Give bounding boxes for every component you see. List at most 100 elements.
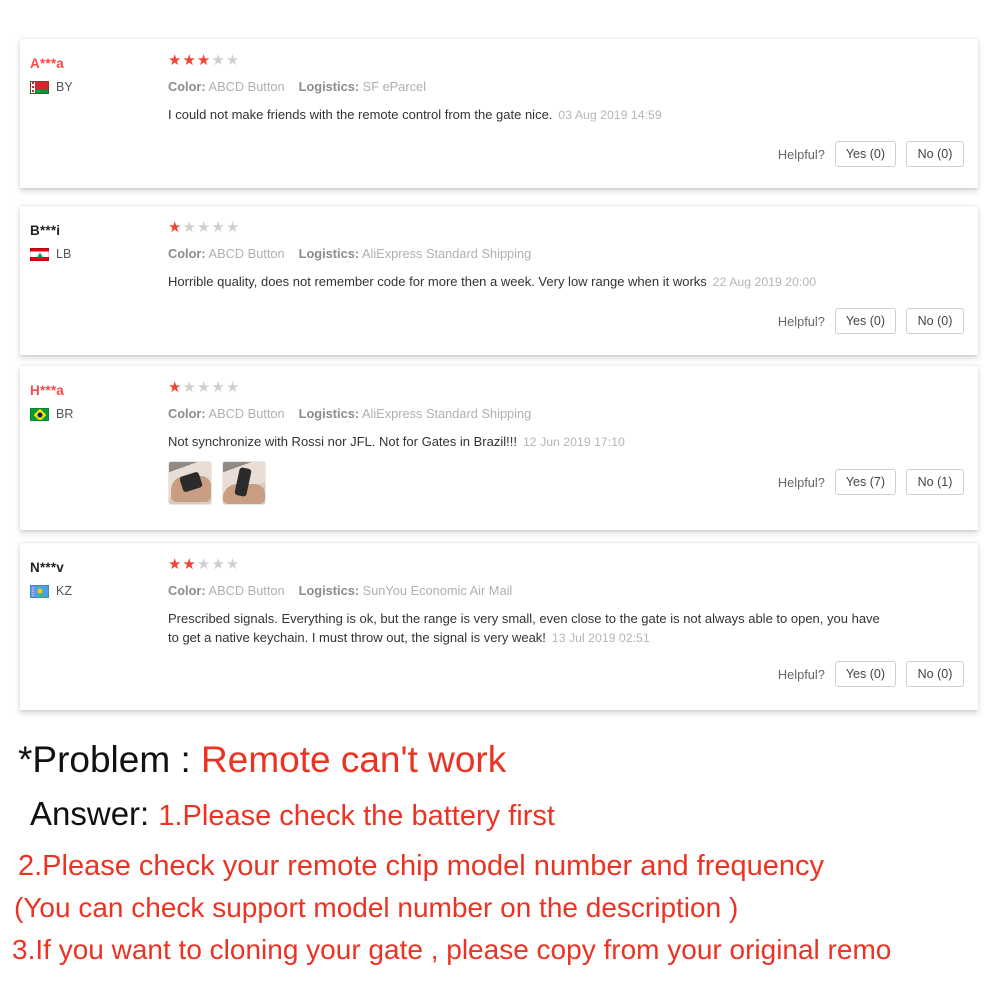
review-card: N***v KZ ★★★★★ Color: ABCD Button Logistics:… <box>20 542 978 710</box>
country-code-label: KZ <box>56 584 72 598</box>
color-key: Color: <box>168 583 206 598</box>
flag-belarus-icon <box>30 81 49 94</box>
star-filled-icon: ★ <box>168 379 183 396</box>
review-attributes: Color: ABCD Button Logistics: AliExpress … <box>168 406 964 422</box>
promo-step-2-note: (You can check support model number on t… <box>14 892 739 923</box>
review-card: A***a BY ★★★★★ Color: ABCD Button Logistics:… <box>20 38 978 188</box>
logistics-key: Logistics: <box>298 246 360 261</box>
helpful-yes-button[interactable]: Yes (7) <box>834 469 896 495</box>
helpful-yes-button[interactable]: Yes (0) <box>834 141 896 167</box>
review-photo-remote-in-hand-2[interactable] <box>222 461 266 505</box>
review-attributes: Color: ABCD Button Logistics: AliExpress … <box>168 246 964 262</box>
star-empty-icon: ★ <box>225 379 241 396</box>
promo-step-3: 3.If you want to cloning your gate , ple… <box>12 934 892 965</box>
review-page: A***a BY ★★★★★ Color: ABCD Button Logistics:… <box>0 0 1000 1000</box>
review-card: B***i LB ★★★★★ Color: ABCD Button Logistics:… <box>20 205 978 355</box>
logistics-key: Logistics: <box>298 583 360 598</box>
star-filled-icon: ★ <box>182 52 197 69</box>
helpful-label: Helpful? <box>777 474 825 490</box>
reviewer-name[interactable]: A***a <box>30 55 150 73</box>
color-value: ABCD Button <box>208 246 285 261</box>
reviewer-country: BR <box>30 408 150 421</box>
reviewer-block: N***v KZ <box>30 559 150 598</box>
helpful-no-button[interactable]: No (0) <box>906 141 964 167</box>
review-photo-remote-in-hand-1[interactable] <box>168 461 212 505</box>
rating-stars: ★★★★★ <box>168 220 964 237</box>
reviewer-block: H***a BR <box>30 382 150 421</box>
helpful-vote-row: Helpful? Yes (0) No (0) <box>778 141 964 167</box>
review-date: 13 Jul 2019 02:51 <box>551 631 650 645</box>
star-empty-icon: ★ <box>211 219 226 236</box>
reviewer-country: KZ <box>30 585 150 598</box>
review-text-content: Horrible quality, does not remember code… <box>168 274 707 289</box>
review-text-content: Prescribed signals. Everything is ok, bu… <box>168 611 880 645</box>
promo-problem-value: Remote can't work <box>201 739 507 780</box>
reviewer-country: BY <box>30 81 150 94</box>
flag-kazakhstan-icon <box>30 585 49 598</box>
promo-answer-line: Answer: 1.Please check the battery first <box>30 793 555 837</box>
color-key: Color: <box>168 246 206 261</box>
rating-stars: ★★★★★ <box>168 53 964 70</box>
helpful-no-button[interactable]: No (1) <box>906 469 964 495</box>
reviewer-country: LB <box>30 248 150 261</box>
star-empty-icon: ★ <box>211 556 226 573</box>
helpful-vote-row: Helpful? Yes (7) No (1) <box>778 469 964 495</box>
review-text: Horrible quality, does not remember code… <box>168 272 888 292</box>
reviewer-name[interactable]: H***a <box>30 382 150 400</box>
color-key: Color: <box>168 406 206 421</box>
logistics-value: SunYou Economic Air Mail <box>362 583 513 598</box>
promo-problem-label: *Problem : <box>18 739 202 780</box>
promo-step-2: 2.Please check your remote chip model nu… <box>18 850 824 882</box>
star-filled-icon: ★ <box>168 556 183 573</box>
star-filled-icon: ★ <box>168 52 183 69</box>
flag-brazil-icon <box>30 408 49 421</box>
helpful-no-button[interactable]: No (0) <box>906 308 964 334</box>
star-filled-icon: ★ <box>196 52 212 69</box>
reviewer-name[interactable]: B***i <box>30 222 150 240</box>
review-card-inner: A***a BY ★★★★★ Color: ABCD Button Logistics:… <box>20 39 978 167</box>
color-value: ABCD Button <box>208 406 285 421</box>
review-card-inner: H***a BR ★★★★★ Color: ABCD Button Logistics:… <box>20 366 978 505</box>
helpful-yes-button[interactable]: Yes (0) <box>834 308 896 334</box>
star-filled-icon: ★ <box>168 219 183 236</box>
country-code-label: LB <box>56 247 72 261</box>
color-value: ABCD Button <box>208 583 285 598</box>
review-card-inner: B***i LB ★★★★★ Color: ABCD Button Logistics:… <box>20 206 978 334</box>
reviewer-name[interactable]: N***v <box>30 559 150 577</box>
review-body: ★★★★★ Color: ABCD Button Logistics: SunYou… <box>168 557 964 648</box>
star-empty-icon: ★ <box>196 219 212 236</box>
promo-faq-banner: *Problem : Remote can't work Answer: 1.P… <box>0 730 1000 1000</box>
country-code-label: BY <box>56 80 73 94</box>
helpful-vote-row: Helpful? Yes (0) No (0) <box>778 661 964 687</box>
helpful-yes-button[interactable]: Yes (0) <box>834 661 896 687</box>
star-empty-icon: ★ <box>196 379 212 396</box>
flag-lebanon-icon <box>30 248 49 261</box>
logistics-key: Logistics: <box>298 79 360 94</box>
review-text-content: Not synchronize with Rossi nor JFL. Not … <box>168 434 517 449</box>
review-card-inner: N***v KZ ★★★★★ Color: ABCD Button Logistics:… <box>20 543 978 687</box>
review-date: 03 Aug 2019 14:59 <box>558 108 662 122</box>
promo-answer-value: 1.Please check the battery first <box>158 800 555 832</box>
helpful-label: Helpful? <box>777 666 825 682</box>
country-code-label: BR <box>56 407 74 421</box>
star-empty-icon: ★ <box>182 379 197 396</box>
review-body: ★★★★★ Color: ABCD Button Logistics: SF ePa… <box>168 53 964 125</box>
helpful-vote-row: Helpful? Yes (0) No (0) <box>778 308 964 334</box>
reviewer-block: B***i LB <box>30 222 150 261</box>
reviewer-block: A***a BY <box>30 55 150 94</box>
review-text: I could not make friends with the remote… <box>168 105 888 125</box>
star-empty-icon: ★ <box>182 219 197 236</box>
rating-stars: ★★★★★ <box>168 557 964 574</box>
star-empty-icon: ★ <box>225 219 241 236</box>
logistics-key: Logistics: <box>298 406 360 421</box>
logistics-value: AliExpress Standard Shipping <box>361 406 532 421</box>
color-key: Color: <box>168 79 206 94</box>
review-text: Prescribed signals. Everything is ok, bu… <box>168 609 888 648</box>
promo-answer-label: Answer: <box>30 795 159 832</box>
star-empty-icon: ★ <box>196 556 212 573</box>
promo-problem-line: *Problem : Remote can't work <box>18 738 506 782</box>
star-empty-icon: ★ <box>225 556 241 573</box>
review-date: 22 Aug 2019 20:00 <box>712 275 817 289</box>
helpful-no-button[interactable]: No (0) <box>906 661 964 687</box>
review-text: Not synchronize with Rossi nor JFL. Not … <box>168 432 888 452</box>
